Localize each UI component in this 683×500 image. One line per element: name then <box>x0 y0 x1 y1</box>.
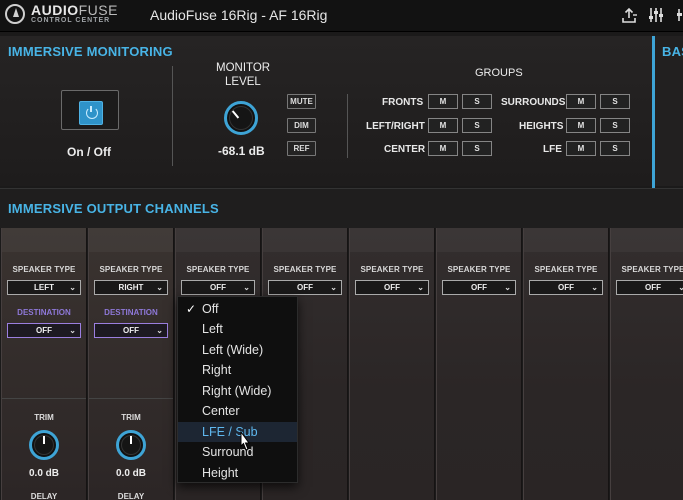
trim-knob[interactable] <box>29 430 59 460</box>
speaker-type-dropdown-menu: ✓ Off Left Left (Wide) Right Right (Wide)… <box>177 296 298 483</box>
more-icon[interactable] <box>673 6 683 24</box>
output-channel-1: SPEAKER TYPE LEFT ⌄ DESTINATION OFF ⌄ TRIM… <box>1 228 87 500</box>
output-channels-title: IMMERSIVE OUTPUT CHANNELS <box>8 201 219 216</box>
power-toggle-box <box>61 90 119 130</box>
chevron-down-icon: ⌄ <box>69 326 76 335</box>
group-heights-solo[interactable]: S <box>600 118 630 133</box>
chevron-down-icon: ⌄ <box>156 326 163 335</box>
output-channel-2: SPEAKER TYPE RIGHT ⌄ DESTINATION OFF ⌄ TRI… <box>88 228 174 500</box>
power-label: On / Off <box>67 145 111 159</box>
group-fronts-mute[interactable]: M <box>428 94 458 109</box>
speaker-type-label: SPEAKER TYPE <box>186 265 250 274</box>
dropdown-option-center[interactable]: Center <box>178 401 297 421</box>
device-title[interactable]: AudioFuse 16Rig - AF 16Rig <box>150 7 327 23</box>
group-surrounds-mute[interactable]: M <box>566 94 596 109</box>
delay-label: DELAY <box>117 492 145 500</box>
chevron-down-icon: ⌄ <box>504 283 511 292</box>
speaker-type-label: SPEAKER TYPE <box>273 265 337 274</box>
group-label-heights: HEIGHTS <box>519 121 564 132</box>
chevron-down-icon: ⌄ <box>156 283 163 292</box>
chevron-down-icon: ⌄ <box>417 283 424 292</box>
destination-label: DESTINATION <box>17 308 71 317</box>
trim-label: TRIM <box>121 413 141 422</box>
divider <box>347 94 348 158</box>
monitor-level-knob[interactable] <box>224 101 258 135</box>
group-label-fronts: FRONTS <box>382 97 424 108</box>
dropdown-option-height[interactable]: Height <box>178 463 297 483</box>
checkmark-icon: ✓ <box>186 302 197 316</box>
group-center-mute[interactable]: M <box>428 141 458 156</box>
destination-label: DESTINATION <box>104 308 158 317</box>
mute-button[interactable]: MUTE <box>287 94 316 109</box>
speaker-type-label: SPEAKER TYPE <box>534 265 598 274</box>
group-surrounds-solo[interactable]: S <box>600 94 630 109</box>
group-heights-mute[interactable]: M <box>566 118 596 133</box>
chevron-down-icon: ⌄ <box>678 283 683 292</box>
monitor-level-value: -68.1 dB <box>218 144 265 158</box>
trim-value: 0.0 dB <box>28 468 59 479</box>
chevron-down-icon: ⌄ <box>330 283 337 292</box>
groups-title: GROUPS <box>475 67 523 79</box>
monitoring-title: IMMERSIVE MONITORING <box>8 44 173 59</box>
speaker-type-select[interactable]: OFF ⌄ <box>181 280 255 295</box>
group-label-left-right: LEFT/RIGHT <box>366 121 425 132</box>
speaker-type-label: SPEAKER TYPE <box>447 265 511 274</box>
chevron-down-icon: ⌄ <box>69 283 76 292</box>
dropdown-option-right[interactable]: Right <box>178 360 297 380</box>
destination-select[interactable]: OFF ⌄ <box>94 323 168 338</box>
group-fronts-solo[interactable]: S <box>462 94 492 109</box>
group-label-lfe: LFE <box>543 144 562 155</box>
group-lfe-mute[interactable]: M <box>566 141 596 156</box>
dropdown-option-left[interactable]: Left <box>178 319 297 339</box>
monitor-level-label-2: LEVEL <box>225 76 261 88</box>
output-channel-8: SPEAKER TYPE OFF ⌄ <box>610 228 683 500</box>
chevron-down-icon: ⌄ <box>243 283 250 292</box>
destination-select[interactable]: OFF ⌄ <box>7 323 81 338</box>
bass-section-title: BAS <box>662 44 683 59</box>
group-left-right-solo[interactable]: S <box>462 118 492 133</box>
title-bar: AUDIOFUSE CONTROL CENTER AudioFuse 16Rig… <box>0 0 683 32</box>
panel-divider <box>652 36 655 188</box>
dropdown-option-right-wide[interactable]: Right (Wide) <box>178 381 297 401</box>
speaker-type-select[interactable]: RIGHT ⌄ <box>94 280 168 295</box>
speaker-type-label: SPEAKER TYPE <box>621 265 683 274</box>
group-lfe-solo[interactable]: S <box>600 141 630 156</box>
speaker-type-label: SPEAKER TYPE <box>360 265 424 274</box>
output-channel-5: SPEAKER TYPE OFF ⌄ <box>349 228 435 500</box>
speaker-type-label: SPEAKER TYPE <box>12 265 76 274</box>
monitor-level-label-1: MONITOR <box>216 62 271 74</box>
power-button[interactable] <box>79 101 103 125</box>
mouse-cursor-icon <box>238 430 252 453</box>
speaker-type-select[interactable]: OFF ⌄ <box>355 280 429 295</box>
ref-button[interactable]: REF <box>287 141 316 156</box>
group-label-center: CENTER <box>384 144 426 155</box>
trim-label: TRIM <box>34 413 54 422</box>
output-channel-7: SPEAKER TYPE OFF ⌄ <box>523 228 609 500</box>
group-center-solo[interactable]: S <box>462 141 492 156</box>
upload-icon[interactable] <box>620 6 638 24</box>
speaker-type-select[interactable]: OFF ⌄ <box>442 280 516 295</box>
app-logo: AUDIOFUSE <box>31 2 118 18</box>
speaker-type-select[interactable]: OFF ⌄ <box>529 280 603 295</box>
dropdown-option-off[interactable]: ✓ Off <box>178 299 297 319</box>
group-left-right-mute[interactable]: M <box>428 118 458 133</box>
arturia-logo-icon <box>5 4 25 24</box>
dropdown-option-left-wide[interactable]: Left (Wide) <box>178 340 297 360</box>
dim-button[interactable]: DIM <box>287 118 316 133</box>
speaker-type-select[interactable]: LEFT ⌄ <box>7 280 81 295</box>
speaker-type-select[interactable]: OFF ⌄ <box>268 280 342 295</box>
group-label-surrounds: SURROUNDS <box>501 97 566 108</box>
mixer-sliders-icon[interactable] <box>647 6 665 24</box>
divider <box>172 66 173 166</box>
chevron-down-icon: ⌄ <box>591 283 598 292</box>
trim-knob[interactable] <box>116 430 146 460</box>
delay-label: DELAY <box>30 492 58 500</box>
output-channel-6: SPEAKER TYPE OFF ⌄ <box>436 228 522 500</box>
trim-value: 0.0 dB <box>115 468 146 479</box>
speaker-type-label: SPEAKER TYPE <box>99 265 163 274</box>
app-logo-subtitle: CONTROL CENTER <box>31 17 111 24</box>
speaker-type-select[interactable]: OFF ⌄ <box>616 280 683 295</box>
